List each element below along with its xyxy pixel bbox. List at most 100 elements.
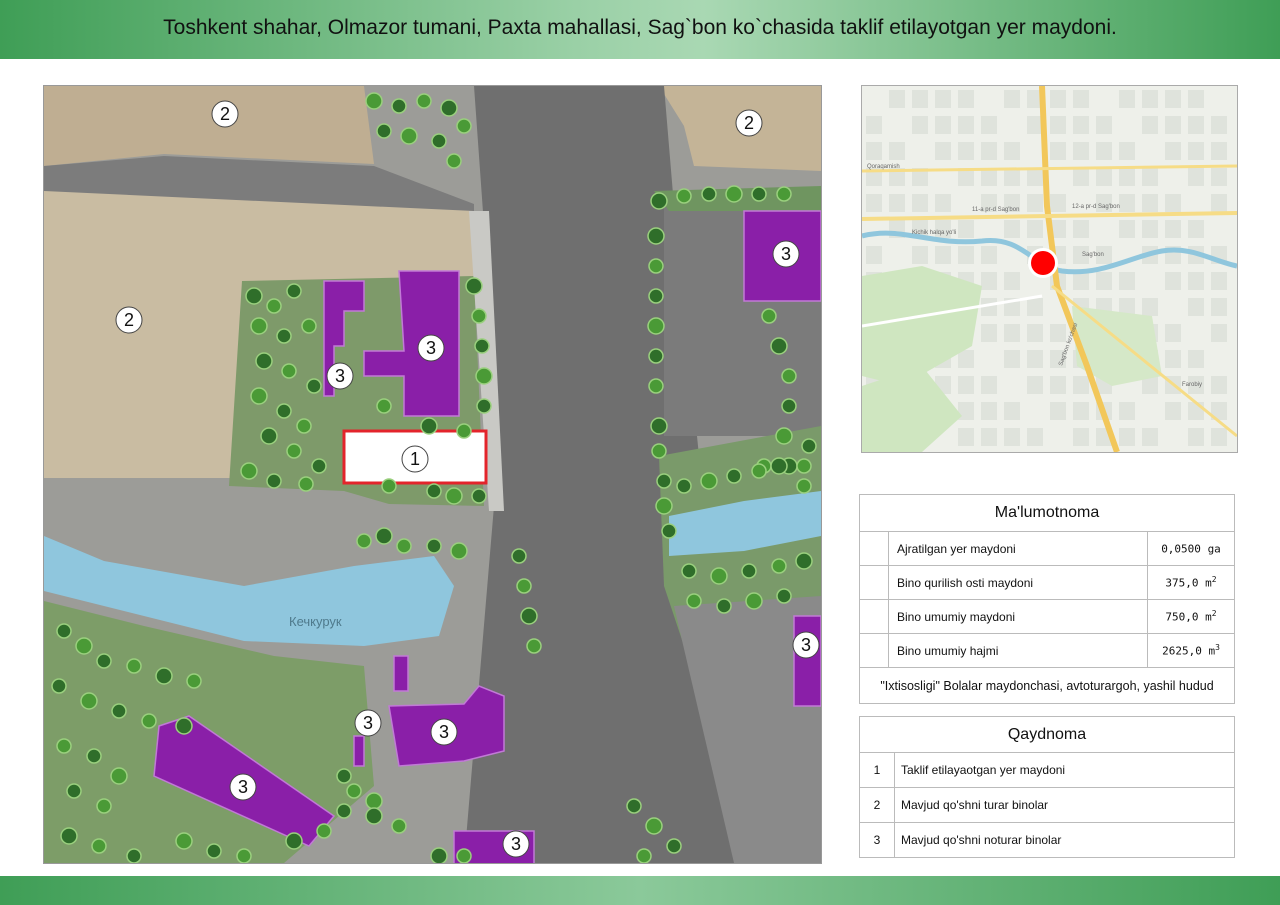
city-block: [1211, 324, 1227, 342]
tree: [336, 803, 352, 819]
info-label: Ajratilgan yer maydoni: [888, 531, 1148, 566]
tree: [511, 548, 527, 564]
tree: [676, 478, 692, 494]
legend-label: Mavjud qo'shni turar binolar: [894, 787, 1235, 823]
tree: [520, 607, 538, 625]
city-block: [1165, 116, 1181, 134]
city-block: [981, 142, 997, 160]
city-block: [1004, 350, 1020, 368]
city-block: [1142, 298, 1158, 316]
marker-1-plot: 1: [401, 445, 429, 473]
tree: [648, 348, 664, 364]
city-block: [912, 116, 928, 134]
tree: [666, 838, 682, 854]
city-block: [1004, 428, 1020, 446]
tree: [276, 328, 292, 344]
tree: [301, 318, 317, 334]
city-block: [958, 428, 974, 446]
tree: [681, 563, 697, 579]
legend-row: 3 Mavjud qo'shni noturar binolar: [859, 822, 1235, 858]
tree: [636, 848, 652, 863]
tree: [286, 283, 302, 299]
tree: [676, 188, 692, 204]
tree: [796, 458, 812, 474]
info-value: 0,0500 ga: [1147, 531, 1235, 566]
footer-bar: [0, 876, 1280, 905]
city-block: [958, 142, 974, 160]
info-row: Bino umumiy hajmi 2625,0 m3: [859, 633, 1235, 668]
city-block: [1073, 402, 1089, 420]
city-block: [866, 142, 882, 160]
tree: [474, 338, 490, 354]
city-block: [1119, 168, 1135, 186]
marker-2-top-right: 2: [735, 109, 763, 137]
tree: [91, 838, 107, 854]
marker-2-left: 2: [115, 306, 143, 334]
tree: [471, 308, 487, 324]
city-block: [1119, 428, 1135, 446]
legend-row: 1 Taklif etilayaotgan yer maydoni: [859, 752, 1235, 788]
tree: [626, 798, 642, 814]
building-small-purple: [353, 735, 365, 767]
location-dot: [1031, 251, 1055, 275]
city-block: [1119, 142, 1135, 160]
city-block: [1073, 376, 1089, 394]
tree: [465, 277, 483, 295]
tree: [430, 847, 448, 863]
tree: [296, 418, 312, 434]
tree: [365, 807, 383, 825]
city-block: [1004, 168, 1020, 186]
tree: [56, 623, 72, 639]
city-block: [1188, 220, 1204, 238]
city-block: [1119, 402, 1135, 420]
tree: [725, 185, 743, 203]
city-block: [866, 116, 882, 134]
tree: [761, 308, 777, 324]
tree: [716, 598, 732, 614]
tree: [245, 287, 263, 305]
city-block: [1027, 428, 1043, 446]
city-block: [866, 194, 882, 212]
tree: [781, 368, 797, 384]
city-block: [1073, 428, 1089, 446]
svg-text:3: 3: [439, 722, 449, 742]
tree: [471, 488, 487, 504]
residential-area-top-left: [44, 86, 374, 166]
city-block: [1119, 90, 1135, 108]
tree: [645, 817, 663, 835]
locator-label: Farobiy: [1182, 382, 1202, 388]
svg-text:3: 3: [335, 366, 345, 386]
marker-3-church: 3: [430, 718, 458, 746]
legend-number: 1: [859, 752, 895, 788]
city-block: [1119, 272, 1135, 290]
city-block: [935, 90, 951, 108]
tree: [650, 192, 668, 210]
city-block: [935, 246, 951, 264]
tree: [426, 483, 442, 499]
tree: [236, 848, 252, 863]
tree: [276, 403, 292, 419]
svg-text:2: 2: [744, 113, 754, 133]
tree: [647, 317, 665, 335]
locator-label: 11-a pr-d Sag'bon: [972, 207, 1019, 213]
tree: [426, 538, 442, 554]
tree: [796, 478, 812, 494]
tree: [75, 637, 93, 655]
svg-text:3: 3: [511, 834, 521, 854]
locator-label: Qoraqamish: [867, 164, 900, 170]
info-value: 375,0 m2: [1147, 565, 1235, 600]
legend-row: 2 Mavjud qo'shni turar binolar: [859, 787, 1235, 823]
city-block: [981, 246, 997, 264]
city-block: [1165, 324, 1181, 342]
city-block: [958, 350, 974, 368]
tree: [416, 93, 432, 109]
city-block: [1073, 168, 1089, 186]
tree: [375, 527, 393, 545]
city-block: [1073, 142, 1089, 160]
city-block: [1096, 272, 1112, 290]
legend-table: Qaydnoma 1 Taklif etilayaotgan yer maydo…: [859, 716, 1235, 858]
info-row: Bino qurilish osti maydoni 375,0 m2: [859, 565, 1235, 600]
city-block: [1119, 194, 1135, 212]
tree: [381, 478, 397, 494]
tree: [186, 673, 202, 689]
